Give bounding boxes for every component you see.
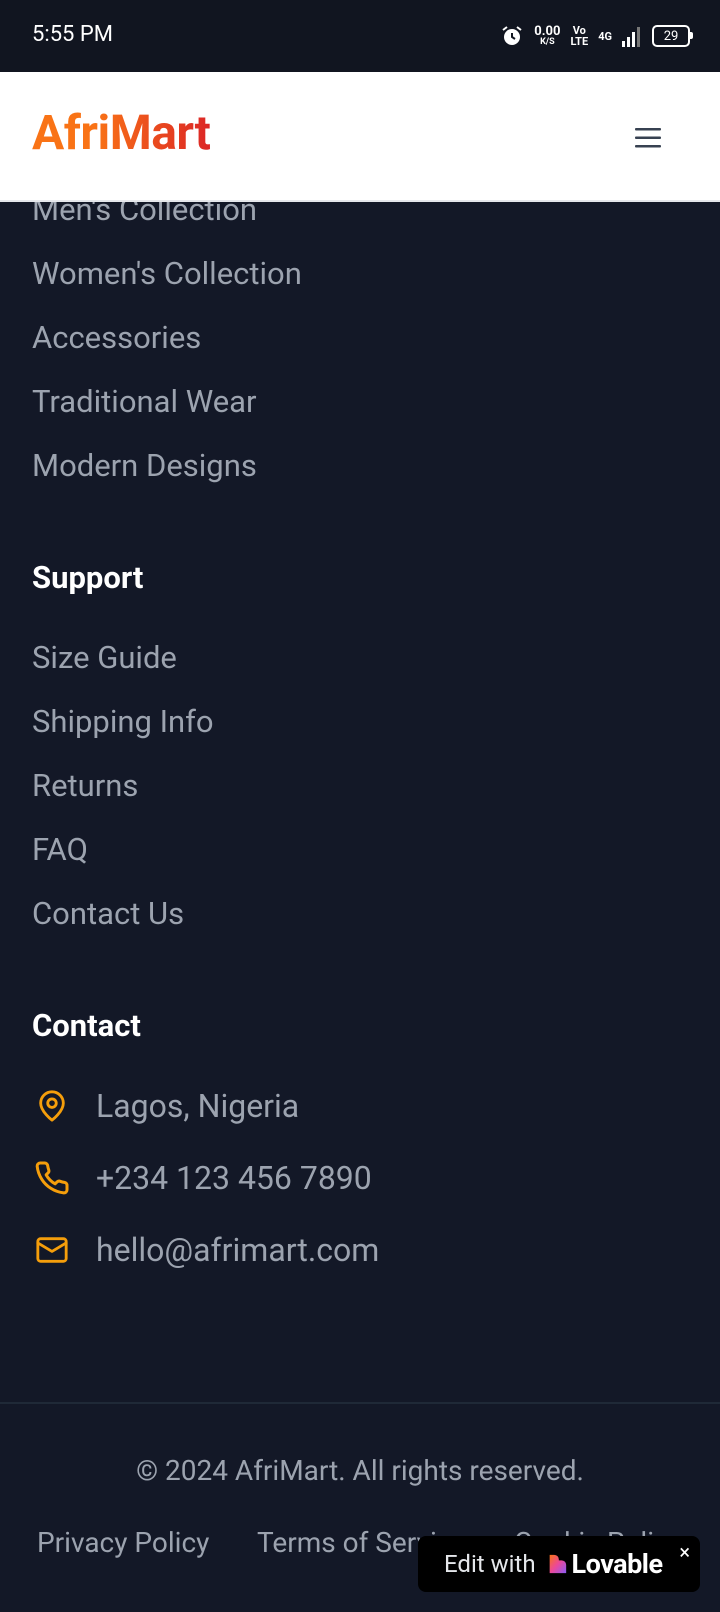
- network-indicator: 4G: [598, 29, 612, 43]
- status-bar: 5:55 PM 0.00 K/S Vo LTE 4G 29: [0, 0, 720, 72]
- contact-email[interactable]: hello@afrimart.com: [32, 1225, 379, 1275]
- link-faq[interactable]: FAQ: [32, 831, 88, 868]
- alarm-icon: [502, 26, 522, 45]
- footer-divider: [0, 1402, 720, 1404]
- contact-heading: Contact: [32, 1007, 141, 1044]
- phone-icon: [32, 1158, 72, 1198]
- link-traditional-wear[interactable]: Traditional Wear: [32, 383, 257, 420]
- link-womens-collection[interactable]: Women's Collection: [32, 255, 302, 292]
- link-size-guide[interactable]: Size Guide: [32, 639, 177, 676]
- support-heading: Support: [32, 559, 144, 596]
- mail-icon: [32, 1230, 72, 1270]
- contact-location: Lagos, Nigeria: [32, 1081, 299, 1131]
- volte-indicator: Vo LTE: [570, 24, 589, 48]
- link-returns[interactable]: Returns: [32, 767, 138, 804]
- link-contact-us[interactable]: Contact Us: [32, 895, 184, 932]
- menu-icon: [635, 128, 661, 148]
- link-shipping-info[interactable]: Shipping Info: [32, 703, 214, 740]
- edit-with-lovable-badge[interactable]: Edit with Lovable ×: [418, 1536, 700, 1592]
- lovable-heart-icon: [549, 1554, 566, 1574]
- net-speed: 0.00 K/S: [534, 24, 561, 47]
- status-icons: 0.00 K/S Vo LTE 4G 29: [500, 20, 693, 52]
- contact-location-text: Lagos, Nigeria: [96, 1087, 300, 1125]
- site-header: AfriMart: [0, 72, 720, 202]
- link-accessories[interactable]: Accessories: [32, 319, 201, 356]
- badge-close-button[interactable]: ×: [679, 1540, 690, 1564]
- signal-icon: [622, 27, 640, 47]
- badge-edit-label: Edit with: [444, 1550, 536, 1578]
- status-time: 5:55 PM: [32, 22, 113, 47]
- logo[interactable]: AfriMart: [32, 104, 211, 161]
- contact-phone-text[interactable]: +234 123 456 7890: [96, 1159, 372, 1197]
- hamburger-menu-button[interactable]: [628, 118, 668, 158]
- badge-brand: Lovable: [571, 1548, 664, 1580]
- contact-email-text[interactable]: hello@afrimart.com: [96, 1231, 379, 1269]
- copyright-text: © 2024 AfriMart. All rights reserved.: [136, 1454, 584, 1487]
- battery-icon: 29: [652, 25, 693, 47]
- map-pin-icon: [32, 1086, 72, 1126]
- contact-phone[interactable]: +234 123 456 7890: [32, 1153, 372, 1203]
- privacy-policy-link[interactable]: Privacy Policy: [37, 1526, 209, 1559]
- link-modern-designs[interactable]: Modern Designs: [32, 447, 257, 484]
